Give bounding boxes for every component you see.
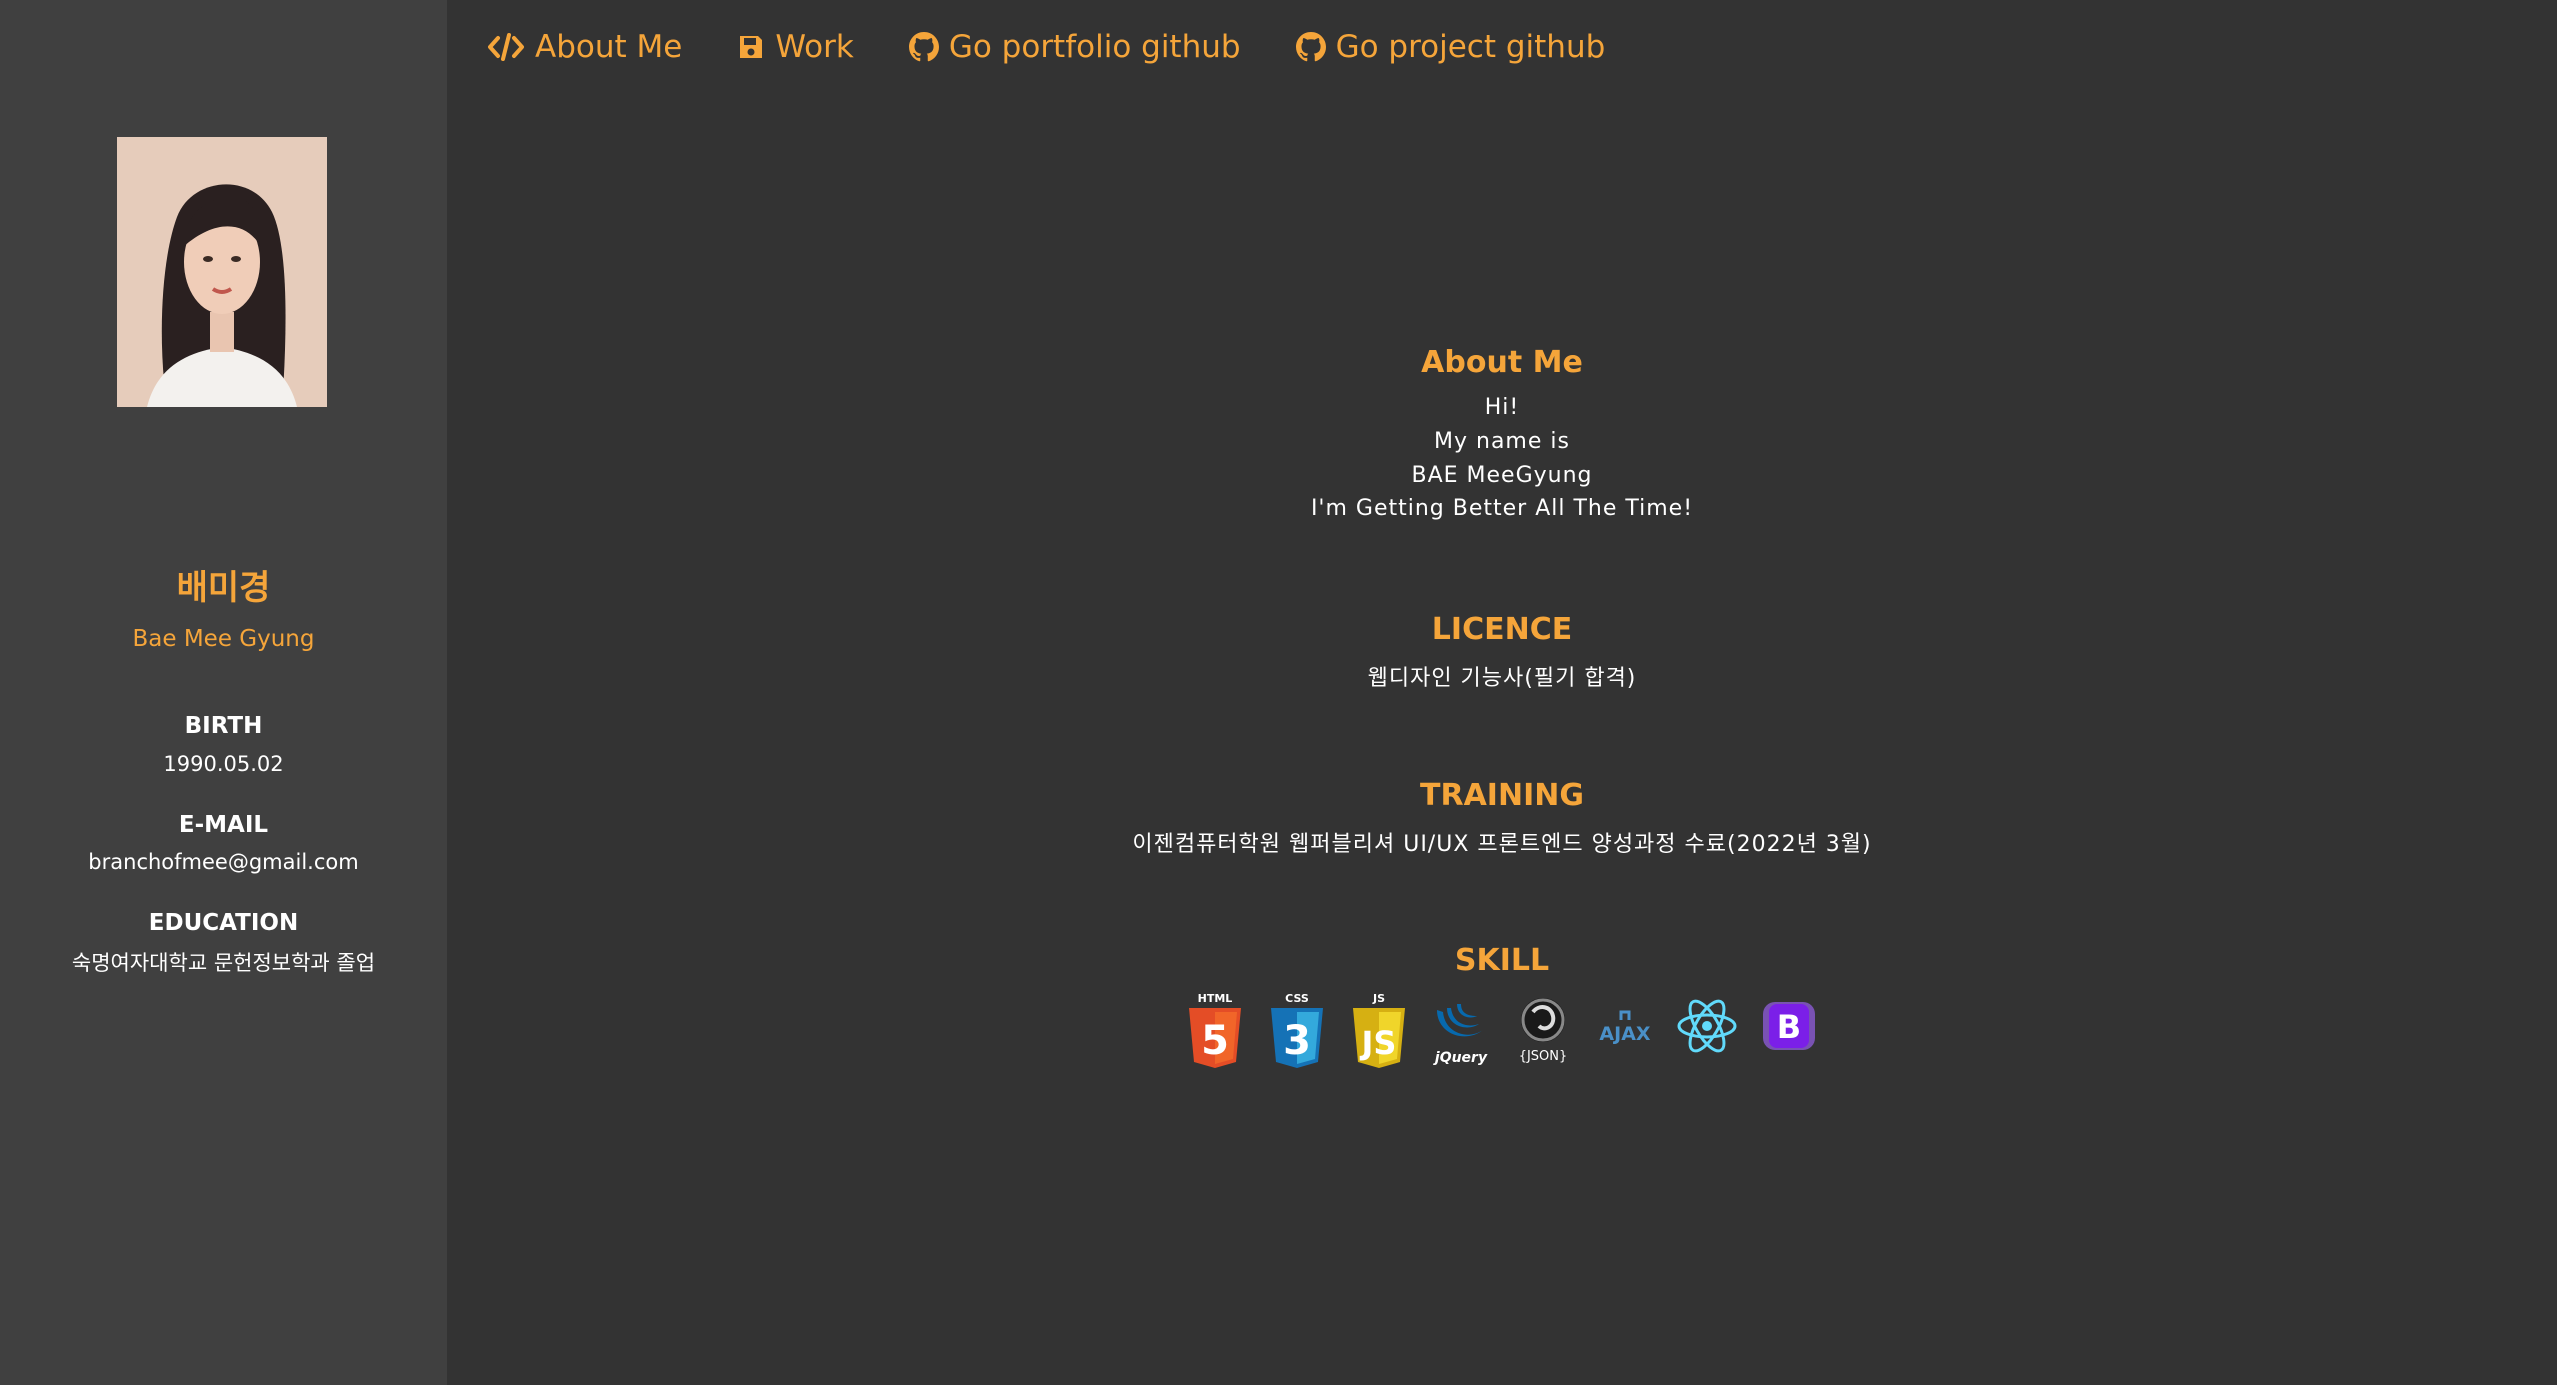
education-label: EDUCATION (148, 910, 299, 936)
profile-sidebar: 배미경 Bae Mee Gyung BIRTH 1990.05.02 E-MAI… (0, 0, 447, 1385)
about-line: Hi! (1484, 395, 1520, 420)
profile-photo-illustration (117, 137, 327, 407)
profile-name-english: Bae Mee Gyung (132, 626, 315, 652)
skill-icons: HTML 5 CSS 3 JS JS jQuery {JSON} AJAX B (447, 990, 2557, 1070)
json-icon: {JSON} (1511, 990, 1575, 1070)
jquery-icon: jQuery (1429, 990, 1493, 1070)
svg-text:5: 5 (1201, 1018, 1229, 1064)
svg-text:3: 3 (1283, 1018, 1311, 1064)
profile-name-korean: 배미경 (176, 568, 271, 608)
about-line: I'm Getting Better All The Time! (1310, 496, 1694, 521)
svg-text:jQuery: jQuery (1433, 1050, 1488, 1066)
email-label: E-MAIL (178, 812, 269, 838)
svg-text:JS: JS (1360, 1024, 1397, 1062)
main-content: About Me Hi! My name is BAE MeeGyung I'm… (447, 0, 2557, 1385)
svg-text:{JSON}: {JSON} (1519, 1049, 1568, 1064)
svg-text:B: B (1777, 1008, 1801, 1046)
about-line: BAE MeeGyung (1411, 463, 1593, 488)
svg-text:JS: JS (1372, 992, 1385, 1005)
education-value: 숙명여자대학교 문헌정보학과 졸업 (71, 951, 376, 975)
profile-photo (117, 137, 327, 407)
svg-text:CSS: CSS (1285, 992, 1309, 1005)
ajax-icon: AJAX (1593, 990, 1657, 1070)
training-title: TRAINING (1420, 778, 1584, 813)
birth-label: BIRTH (184, 713, 263, 739)
licence-text: 웹디자인 기능사(필기 합격) (1367, 666, 1637, 691)
react-icon (1675, 990, 1739, 1070)
birth-value: 1990.05.02 (163, 752, 284, 776)
licence-title: LICENCE (1431, 612, 1573, 647)
css3-icon: CSS 3 (1265, 990, 1329, 1070)
svg-text:AJAX: AJAX (1599, 1023, 1650, 1045)
skill-title: SKILL (1454, 943, 1550, 978)
email-value: branchofmee@gmail.com (88, 850, 359, 874)
js-icon: JS JS (1347, 990, 1411, 1070)
about-title: About Me (1421, 345, 1583, 380)
svg-text:HTML: HTML (1198, 992, 1233, 1005)
training-text: 이젠컴퓨터학원 웹퍼블리셔 UI/UX 프론트엔드 양성과정 수료(2022년 … (1132, 832, 1872, 857)
bootstrap-icon: B (1757, 990, 1821, 1070)
about-line: My name is (1434, 429, 1570, 454)
html5-icon: HTML 5 (1183, 990, 1247, 1070)
